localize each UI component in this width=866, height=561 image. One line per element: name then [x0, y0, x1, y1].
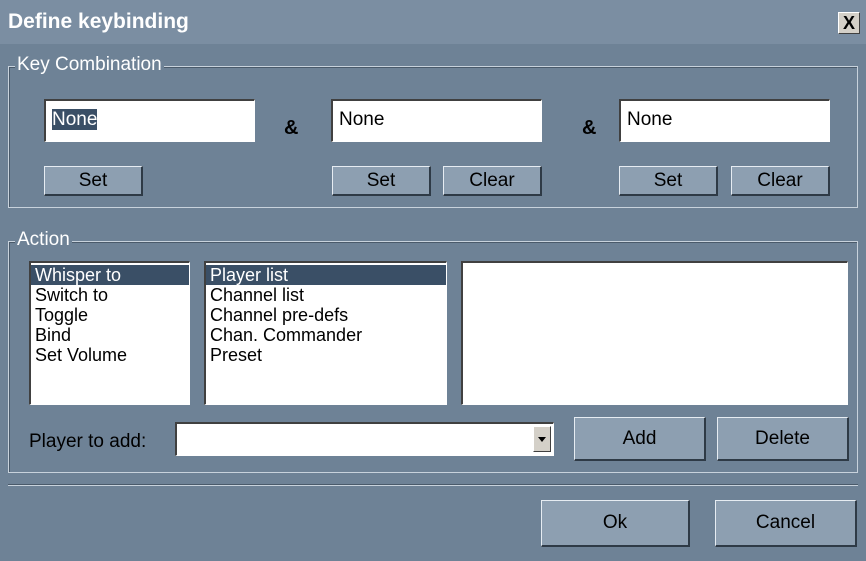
target-item[interactable]: Player list [206, 265, 446, 285]
action-item[interactable]: Whisper to [31, 265, 189, 285]
key-combination-label: Key Combination [15, 54, 164, 76]
key2-field[interactable]: None [331, 99, 542, 142]
close-icon: X [842, 13, 855, 33]
ok-button[interactable]: Ok [541, 500, 690, 547]
window-title: Define keybinding [8, 10, 189, 33]
player-to-add-combo[interactable] [175, 422, 554, 456]
target-item[interactable]: Chan. Commander [206, 325, 446, 345]
action-listbox[interactable]: Whisper to Switch to Toggle Bind Set Vol… [29, 261, 190, 405]
ampersand-2: & [582, 117, 597, 139]
player-to-add-label: Player to add: [29, 431, 147, 452]
key1-field[interactable]: None [44, 99, 255, 142]
target-item[interactable]: Preset [206, 345, 446, 365]
ampersand-1: & [284, 117, 299, 139]
set-key3-button[interactable]: Set [619, 166, 718, 196]
details-listbox[interactable] [461, 261, 848, 405]
action-item[interactable]: Switch to [31, 285, 189, 305]
key3-field[interactable]: None [619, 99, 830, 142]
delete-button[interactable]: Delete [717, 417, 849, 461]
clear-key3-button[interactable]: Clear [731, 166, 830, 196]
clear-key2-button[interactable]: Clear [443, 166, 542, 196]
close-button[interactable]: X [838, 12, 860, 34]
cancel-button[interactable]: Cancel [715, 500, 857, 547]
action-item[interactable]: Toggle [31, 305, 189, 325]
set-key2-button[interactable]: Set [332, 166, 431, 196]
footer-separator [8, 484, 858, 486]
target-listbox[interactable]: Player list Channel list Channel pre-def… [204, 261, 447, 405]
action-label: Action [15, 229, 72, 251]
target-item[interactable]: Channel list [206, 285, 446, 305]
title-bar: Define keybinding X [0, 0, 866, 44]
target-item[interactable]: Channel pre-defs [206, 305, 446, 325]
add-button[interactable]: Add [574, 417, 706, 461]
action-item[interactable]: Set Volume [31, 345, 189, 365]
action-item[interactable]: Bind [31, 325, 189, 345]
set-key1-button[interactable]: Set [44, 166, 143, 196]
chevron-down-icon[interactable] [533, 426, 551, 452]
